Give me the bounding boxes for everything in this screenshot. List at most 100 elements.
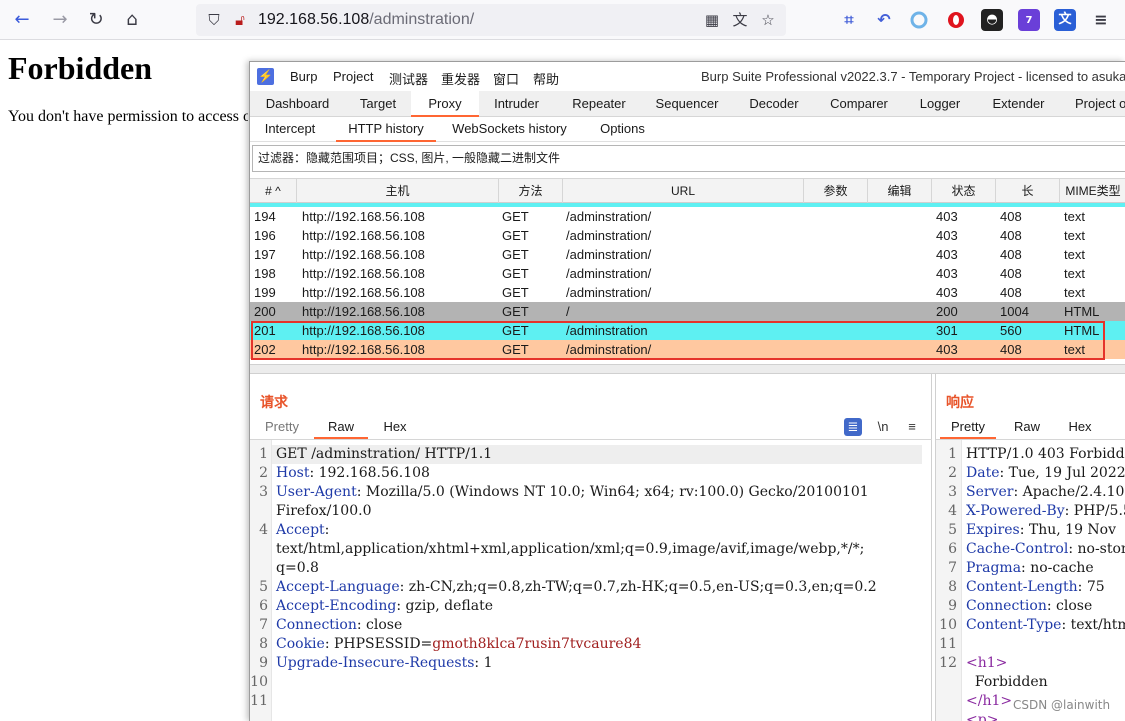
column-length[interactable]: 长	[996, 179, 1060, 203]
column-params[interactable]: 参数	[804, 179, 868, 203]
header-value: : Tue, 19 Jul 2022	[999, 465, 1125, 481]
tab-options[interactable]: Options	[585, 117, 660, 142]
menu-project[interactable]: Project	[333, 69, 373, 84]
tab-websockets-history[interactable]: WebSockets history	[442, 117, 577, 142]
page-heading: Forbidden	[8, 50, 153, 86]
tab-target[interactable]: Target	[345, 91, 411, 117]
qr-code-icon[interactable]: ▦	[702, 10, 722, 30]
tab-intruder[interactable]: Intruder	[479, 91, 554, 117]
html-tag: </h1>	[966, 693, 1013, 709]
tab-dashboard[interactable]: Dashboard	[250, 91, 345, 117]
cell-mime: text	[1064, 209, 1085, 224]
window-title: Burp Suite Professional v2022.3.7 - Temp…	[701, 69, 1125, 84]
splitter[interactable]	[250, 364, 1125, 374]
translate-icon[interactable]: 文	[730, 10, 750, 30]
tab-intercept[interactable]: Intercept	[250, 117, 330, 142]
cell-number: 199	[254, 285, 276, 300]
format-icon[interactable]: ≣	[844, 418, 862, 436]
table-row[interactable]: 194 http://192.168.56.108 GET/adminstratio…	[250, 207, 1125, 226]
column-number[interactable]: # ^	[250, 179, 297, 203]
request-tab-pretty[interactable]: Pretty	[258, 416, 306, 439]
home-icon[interactable]: ⌂	[120, 8, 144, 32]
cell-number: 197	[254, 247, 276, 262]
tab-comparer[interactable]: Comparer	[818, 91, 900, 117]
cell-number: 200	[254, 304, 276, 319]
line-number: 6	[948, 541, 957, 557]
reload-icon[interactable]: ↻	[84, 8, 108, 32]
response-tab-pretty[interactable]: Pretty	[940, 416, 996, 439]
cell-url: /adminstration/	[566, 247, 652, 262]
column-url[interactable]: URL	[563, 179, 804, 203]
cell-mime: text	[1064, 285, 1085, 300]
menu-window[interactable]: 窗口	[493, 69, 519, 88]
column-method[interactable]: 方法	[499, 179, 563, 203]
browser-toolbar: ← → ↻ ⌂ ⛉ 🔓︎ 192.168.56.108/adminstratio…	[0, 0, 1125, 40]
table-row[interactable]: 200 http://192.168.56.108 GET / 200 1004 HTML	[250, 302, 1125, 321]
incognito-icon[interactable]: ◓	[981, 9, 1003, 31]
star-icon[interactable]: ☆	[758, 10, 778, 30]
tab-http-history[interactable]: HTTP history	[336, 117, 436, 142]
menu-intruder[interactable]: 测试器	[389, 69, 428, 88]
back-arrow-icon[interactable]: ←	[10, 8, 34, 32]
menu-burp[interactable]: Burp	[290, 69, 317, 84]
header-value: : close	[356, 617, 403, 633]
cell-url: /adminstration/	[566, 228, 652, 243]
newline-toggle-icon[interactable]: \n	[873, 418, 893, 436]
response-tab-hex[interactable]: Hex	[1058, 416, 1102, 439]
line-number: 3	[259, 484, 268, 500]
url-text[interactable]: 192.168.56.108/adminstration/	[258, 11, 474, 29]
header-value: q=0.8	[276, 560, 319, 576]
line-number: 9	[259, 655, 268, 671]
table-row[interactable]: 199 http://192.168.56.108 GET/adminstratio…	[250, 283, 1125, 302]
cell-host: http://192.168.56.108	[302, 247, 425, 262]
shield-icon[interactable]: ⛉	[204, 10, 224, 30]
cell-host: http://192.168.56.108	[302, 228, 425, 243]
table-row[interactable]: 197 http://192.168.56.108 GET/adminstratio…	[250, 245, 1125, 264]
request-tab-hex[interactable]: Hex	[374, 416, 416, 439]
address-bar[interactable]: ⛉ 🔓︎ 192.168.56.108/adminstration/ ▦ 文 ☆	[196, 4, 786, 36]
table-row[interactable]: 198 http://192.168.56.108 GET/adminstratio…	[250, 264, 1125, 283]
tab-proxy[interactable]: Proxy	[411, 91, 479, 117]
insecure-lock-icon[interactable]: 🔓︎	[230, 10, 250, 30]
cell-method: GET	[502, 266, 529, 281]
circle-icon[interactable]	[908, 9, 930, 31]
menu-help[interactable]: 帮助	[533, 69, 559, 88]
opera-icon[interactable]	[945, 9, 967, 31]
column-host[interactable]: 主机	[297, 179, 499, 203]
header-name: Server	[966, 484, 1014, 500]
menu-repeater[interactable]: 重发器	[441, 69, 480, 88]
column-edited[interactable]: 编辑	[868, 179, 932, 203]
column-mime-type[interactable]: MIME类型	[1060, 179, 1125, 203]
tab-sequencer[interactable]: Sequencer	[644, 91, 730, 117]
response-tab-raw[interactable]: Raw	[1002, 416, 1052, 439]
cell-mime: text	[1064, 266, 1085, 281]
tab-project-options[interactable]: Project o	[1057, 91, 1125, 117]
cell-status: 403	[936, 285, 958, 300]
tab-extender[interactable]: Extender	[980, 91, 1057, 117]
watermark: CSDN @lainwith	[1013, 698, 1111, 712]
cell-length: 408	[1000, 247, 1022, 262]
tab-logger[interactable]: Logger	[900, 91, 980, 117]
table-row[interactable]: 196 http://192.168.56.108 GET/adminstratio…	[250, 226, 1125, 245]
cell-length: 408	[1000, 266, 1022, 281]
translate-ext-icon[interactable]: 文	[1054, 9, 1076, 31]
forward-arrow-icon[interactable]: →	[48, 8, 72, 32]
header-value: : PHPSESSID=	[324, 636, 433, 652]
options-menu-icon[interactable]: ≡	[902, 418, 922, 436]
header-value: : 1	[474, 655, 493, 671]
crop-icon[interactable]: ⌗	[838, 9, 860, 31]
cell-url: /adminstration/	[566, 266, 652, 281]
undo-icon[interactable]: ↶	[873, 9, 895, 31]
tab-repeater[interactable]: Repeater	[554, 91, 644, 117]
line-number: 8	[948, 579, 957, 595]
header-name: Content-Type	[966, 617, 1062, 633]
column-status[interactable]: 状态	[932, 179, 996, 203]
cell-status: 403	[936, 209, 958, 224]
extension-icon[interactable]: 7	[1018, 9, 1040, 31]
request-tab-raw[interactable]: Raw	[314, 416, 368, 439]
filter-bar[interactable]: 过滤器：隐藏范围项目；CSS, 图片, 一般隐藏二进制文件	[252, 145, 1125, 172]
line-number: 6	[259, 598, 268, 614]
tab-decoder[interactable]: Decoder	[730, 91, 818, 117]
proxy-sub-tabs: Intercept HTTP history WebSockets histor…	[250, 117, 1125, 142]
menu-icon[interactable]: ≡	[1090, 9, 1112, 31]
